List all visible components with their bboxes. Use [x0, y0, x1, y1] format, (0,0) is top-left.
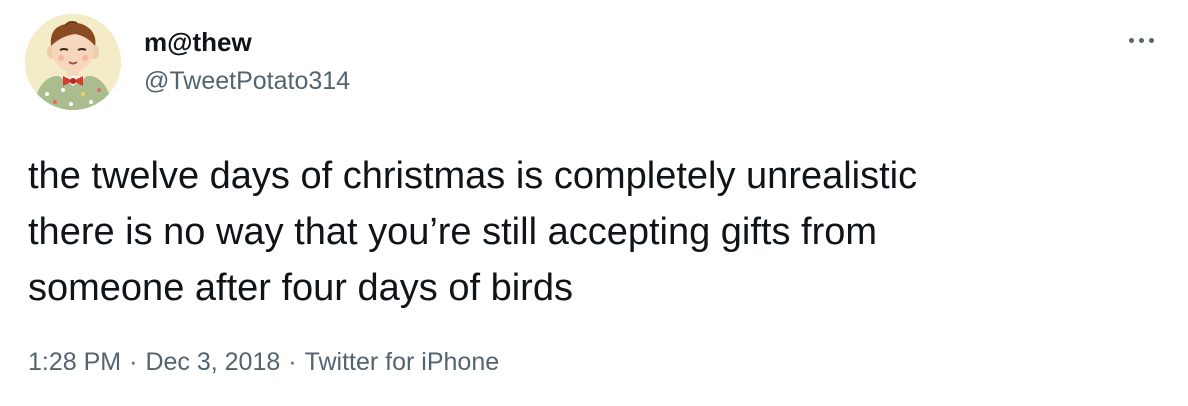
- tweet-time[interactable]: 1:28 PM: [28, 348, 121, 376]
- more-options-button[interactable]: [1126, 30, 1158, 50]
- user-handle[interactable]: @TweetPotato314: [144, 66, 350, 96]
- meta-separator: ·: [288, 348, 297, 376]
- tweet-text: the twelve days of christmas is complete…: [28, 148, 1168, 316]
- tweet-card: m@thew @TweetPotato314 the twelve days o…: [0, 0, 1188, 406]
- avatar-illustration: [25, 14, 121, 110]
- tweet-date[interactable]: Dec 3, 2018: [145, 348, 280, 376]
- more-horizontal-icon: [1129, 38, 1134, 43]
- display-name[interactable]: m@thew: [144, 26, 252, 58]
- more-horizontal-icon: [1139, 38, 1144, 43]
- avatar[interactable]: [25, 14, 121, 110]
- tweet-meta: 1:28 PM · Dec 3, 2018 · Twitter for iPhone: [28, 346, 499, 378]
- tweet-text-line: there is no way that you’re still accept…: [28, 211, 878, 253]
- tweet-text-line: the twelve days of christmas is complete…: [28, 155, 918, 197]
- more-horizontal-icon: [1149, 38, 1154, 43]
- tweet-text-line: someone after four days of birds: [28, 267, 573, 309]
- tweet-source[interactable]: Twitter for iPhone: [305, 348, 500, 376]
- meta-separator: ·: [129, 348, 138, 376]
